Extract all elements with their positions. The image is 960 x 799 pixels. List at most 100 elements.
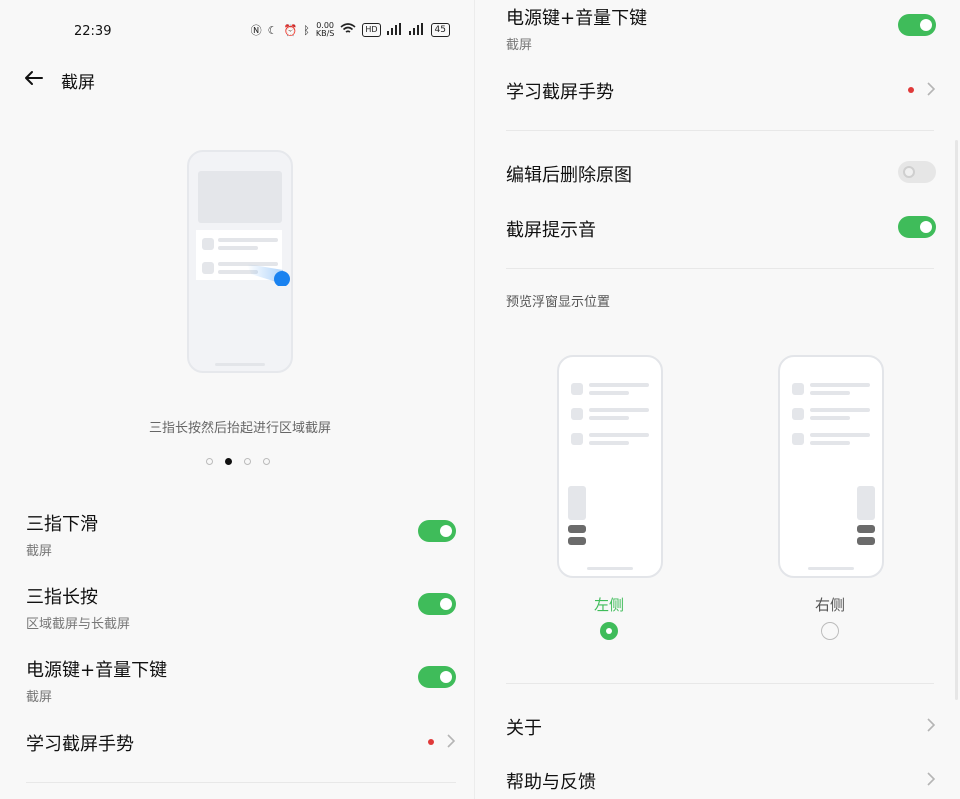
preview-line <box>810 383 870 387</box>
option-left-radio[interactable] <box>600 622 618 640</box>
option-right-label[interactable]: 右侧 <box>800 594 860 615</box>
chevron-right-icon <box>926 81 936 97</box>
floating-preview-btn <box>857 537 875 545</box>
preview-item-icon <box>571 433 583 445</box>
scrollbar[interactable] <box>955 140 958 700</box>
setting-power-volume[interactable]: 电源键+音量下键 截屏 <box>26 656 456 706</box>
setting-sub: 区域截屏与长截屏 <box>26 617 131 632</box>
preview-line <box>810 433 870 437</box>
page-dot[interactable] <box>263 458 270 465</box>
delete-original-toggle[interactable] <box>898 161 936 183</box>
preview-item-icon <box>792 433 804 445</box>
setting-sub: 截屏 <box>506 38 533 53</box>
illustration-caption: 三指长按然后抬起进行区域截屏 <box>148 421 331 436</box>
wifi-icon <box>340 22 356 38</box>
illustration-item-icon <box>202 262 214 274</box>
setting-label: 三指下滑 <box>26 514 98 535</box>
right-panel: 电源键+音量下键 截屏 学习截屏手势 编辑后删除原图 截屏提示音 预览浮窗显示位… <box>480 0 960 799</box>
moon-icon: ☾ <box>267 23 278 37</box>
chevron-right-icon <box>446 733 456 749</box>
about-label: 关于 <box>506 718 542 739</box>
three-finger-press-toggle[interactable] <box>418 593 456 615</box>
setting-three-finger-press[interactable]: 三指长按 区域截屏与长截屏 <box>26 583 456 633</box>
finger-touch-icon <box>247 260 297 287</box>
back-arrow-icon[interactable] <box>22 66 46 90</box>
status-time: 22:39 <box>74 24 112 39</box>
section-divider <box>506 130 934 131</box>
setting-power-volume[interactable]: 电源键+音量下键 截屏 <box>506 4 936 54</box>
preview-line <box>589 433 649 437</box>
learn-gesture-row[interactable]: 学习截屏手势 <box>26 730 456 760</box>
page-title: 截屏 <box>61 73 95 93</box>
section-divider <box>506 268 934 269</box>
panel-divider <box>474 0 475 799</box>
illustration-item-icon <box>202 238 214 250</box>
illustration-line <box>218 238 278 242</box>
page-indicator <box>206 458 270 465</box>
preview-line <box>810 416 850 420</box>
floating-preview-btn <box>857 525 875 533</box>
preview-item-icon <box>571 408 583 420</box>
preview-item-icon <box>571 383 583 395</box>
about-row[interactable]: 关于 <box>506 714 936 744</box>
setting-screenshot-sound[interactable]: 截屏提示音 <box>506 216 936 246</box>
preview-left-phone[interactable] <box>557 355 663 578</box>
preview-line <box>810 441 850 445</box>
preview-line <box>589 416 629 420</box>
floating-preview-btn <box>568 537 586 545</box>
preview-right-phone[interactable] <box>778 355 884 578</box>
screenshot-sound-toggle[interactable] <box>898 216 936 238</box>
option-left-label[interactable]: 左侧 <box>579 594 639 615</box>
illustration-image-block <box>198 171 282 223</box>
preview-home-bar <box>808 567 854 570</box>
learn-gesture-row[interactable]: 学习截屏手势 <box>506 78 936 108</box>
preview-line <box>589 441 629 445</box>
illustration-home-bar <box>215 363 265 366</box>
page-dot[interactable] <box>244 458 251 465</box>
preview-home-bar <box>587 567 633 570</box>
preview-section-title: 预览浮窗显示位置 <box>506 295 611 310</box>
preview-line <box>589 408 649 412</box>
section-divider <box>26 782 456 783</box>
setting-three-finger-swipe[interactable]: 三指下滑 截屏 <box>26 510 456 560</box>
preview-item-icon <box>792 383 804 395</box>
alarm-icon: ⏰ <box>283 23 298 37</box>
setting-delete-original[interactable]: 编辑后删除原图 <box>506 161 936 191</box>
setting-label: 三指长按 <box>26 587 98 608</box>
app-header: 截屏 <box>0 64 480 96</box>
battery-icon: 45 <box>430 23 450 37</box>
status-icons: Ⓝ ☾ ⏰ ᛒ 0.00 KB/S HD 45 <box>251 22 450 38</box>
setting-sub: 截屏 <box>26 690 53 705</box>
help-feedback-row[interactable]: 帮助与反馈 <box>506 768 936 798</box>
power-volume-toggle[interactable] <box>418 666 456 688</box>
learn-gesture-label: 学习截屏手势 <box>26 734 134 755</box>
illustration-line <box>218 246 258 250</box>
help-feedback-label: 帮助与反馈 <box>506 772 596 793</box>
preview-line <box>810 408 870 412</box>
page-dot[interactable] <box>206 458 213 465</box>
preview-line <box>589 383 649 387</box>
hd-icon: HD <box>362 23 381 37</box>
preview-line <box>589 391 629 395</box>
signal-icon-1 <box>386 22 403 38</box>
power-volume-toggle[interactable] <box>898 14 936 36</box>
left-panel: 22:39 Ⓝ ☾ ⏰ ᛒ 0.00 KB/S HD 45 截屏 三指长按然后抬… <box>0 0 480 799</box>
new-badge-dot <box>908 87 914 93</box>
chevron-right-icon <box>926 717 936 733</box>
nfc-icon: Ⓝ <box>250 24 262 37</box>
status-bar: 22:39 Ⓝ ☾ ⏰ ᛒ 0.00 KB/S HD 45 <box>0 22 480 42</box>
chevron-right-icon <box>926 771 936 787</box>
setting-sub: 截屏 <box>26 544 53 559</box>
net-speed: 0.00 KB/S <box>315 21 335 38</box>
option-right-radio[interactable] <box>821 622 839 640</box>
gesture-illustration-phone <box>187 150 293 373</box>
floating-preview-thumb <box>568 486 586 520</box>
three-finger-swipe-toggle[interactable] <box>418 520 456 542</box>
preview-item-icon <box>792 408 804 420</box>
new-badge-dot <box>428 739 434 745</box>
setting-label: 电源键+音量下键 <box>26 660 168 681</box>
page-dot-active[interactable] <box>225 458 232 465</box>
setting-label: 编辑后删除原图 <box>506 165 632 186</box>
setting-label: 电源键+音量下键 <box>506 8 648 29</box>
preview-line <box>810 391 850 395</box>
